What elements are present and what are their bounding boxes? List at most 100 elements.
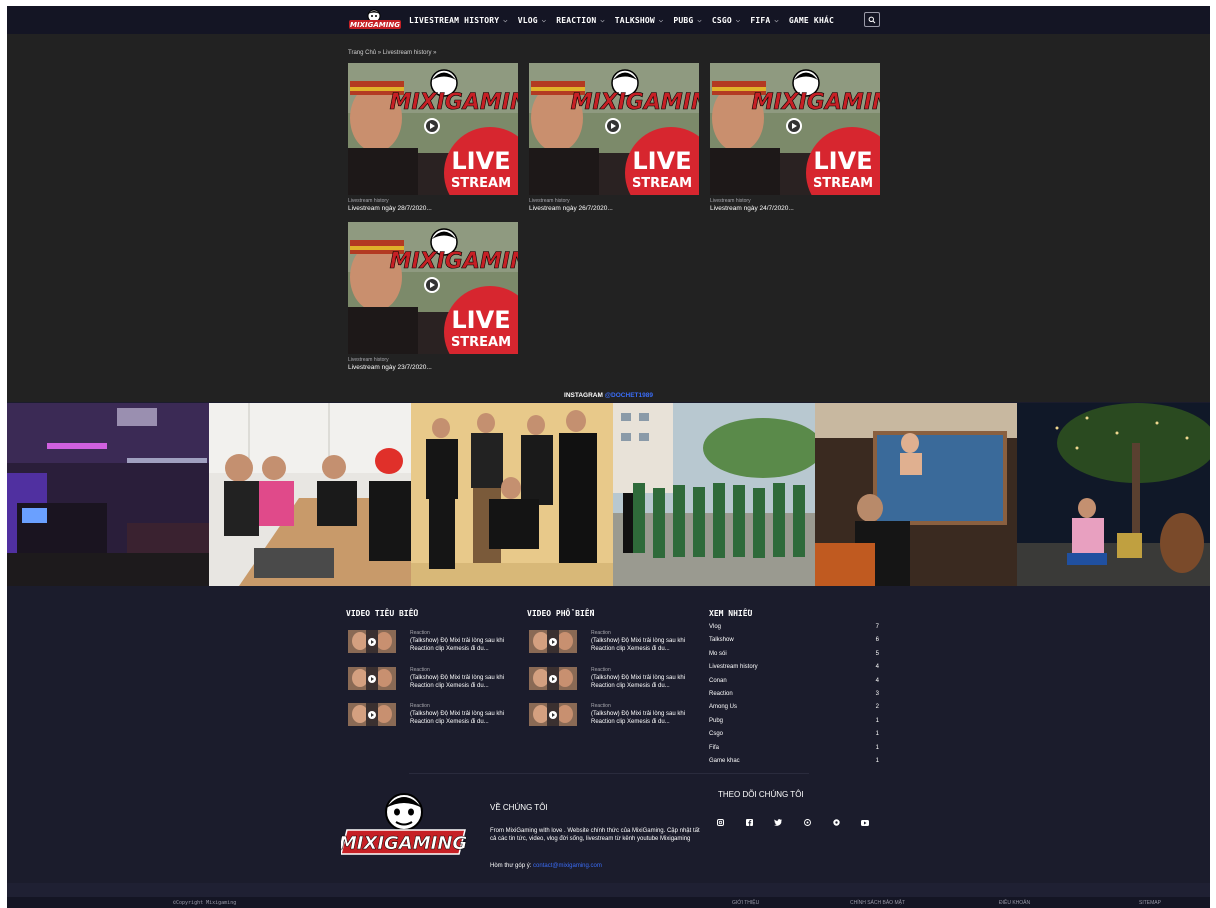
facebook-icon[interactable] [742,816,756,829]
video-item[interactable]: Reaction (Talkshow) Độ Mixi trải lòng sa… [348,667,518,697]
video-title[interactable]: (Talkshow) Độ Mixi trải lòng sau khi Rea… [410,637,525,653]
follow-title: THEO DÕI CHÚNG TÔI [718,790,804,799]
breadcrumb[interactable]: Trang Chủ » Livestream history » [348,50,436,56]
category-item[interactable]: Talkshow 6 [709,637,879,650]
video-title[interactable]: (Talkshow) Độ Mixi trải lòng sau khi Rea… [591,637,706,653]
category-name[interactable]: Livestream history [709,664,758,670]
video-item[interactable]: Reaction (Talkshow) Độ Mixi trải lòng sa… [348,703,518,733]
menu-item-livestream-history[interactable]: LIVESTREAM HISTORY ⌵ [409,16,508,25]
footer-link-about[interactable]: GIỚI THIỆU [732,900,759,906]
video-thumbnail[interactable] [348,667,396,690]
post-title[interactable]: Livestream ngày 28/7/2020... [348,205,432,212]
video-thumbnail[interactable] [348,630,396,653]
category-item[interactable]: Pubg 1 [709,718,879,731]
post-thumbnail[interactable]: MIXIGAMING LIVE STREAM [710,63,880,195]
instagram-photo[interactable] [7,403,209,586]
post-card[interactable]: MIXIGAMING LIVE STREAM Livestream histor… [348,63,518,243]
video-category[interactable]: Reaction [591,703,611,709]
menu-item-fifa[interactable]: FIFA ⌵ [750,16,779,25]
category-name[interactable]: Conan [709,678,727,684]
post-category[interactable]: Livestream history [348,198,389,204]
video-thumbnail[interactable] [529,667,577,690]
search-button[interactable] [864,12,880,27]
video-title[interactable]: (Talkshow) Độ Mixi trải lòng sau khi Rea… [591,674,706,690]
video-category[interactable]: Reaction [410,630,430,636]
video-item[interactable]: Reaction (Talkshow) Độ Mixi trải lòng sa… [529,703,699,733]
footer-link-terms[interactable]: ĐIỀU KHOẢN [999,900,1030,906]
category-count: 1 [875,717,879,724]
twitter-icon[interactable] [771,816,785,829]
category-name[interactable]: Reaction [709,691,733,697]
menu-item-pubg[interactable]: PUBG ⌵ [673,16,702,25]
post-category[interactable]: Livestream history [710,198,751,204]
instagram-photo[interactable] [411,403,613,586]
post-category[interactable]: Livestream history [529,198,570,204]
post-card[interactable]: MIXIGAMING LIVE STREAM Livestream histor… [348,222,518,402]
chevron-down-icon: ⌵ [658,16,664,24]
instagram-handle[interactable]: @DOCHET1989 [605,392,653,399]
instagram-photo[interactable] [1017,403,1210,586]
video-title[interactable]: (Talkshow) Độ Mixi trải lòng sau khi Rea… [410,674,525,690]
video-thumbnail[interactable] [529,703,577,726]
post-thumbnail[interactable]: MIXIGAMING LIVE STREAM [348,63,518,195]
video-item[interactable]: Reaction (Talkshow) Độ Mixi trải lòng sa… [529,630,699,660]
video-thumbnail[interactable] [348,703,396,726]
mail-link[interactable]: contact@mixigaming.com [533,863,602,869]
category-item[interactable]: Reaction 3 [709,691,879,704]
footer-logo-text: MIXIGAMING [341,833,467,854]
category-count: 1 [875,744,879,751]
instagram-photo[interactable] [613,403,815,586]
category-name[interactable]: Among Us [709,704,737,710]
post-title[interactable]: Livestream ngày 26/7/2020... [529,205,613,212]
video-category[interactable]: Reaction [410,703,430,709]
footer-divider [409,773,809,774]
menu-label: VLOG [517,15,538,25]
category-name[interactable]: Game khac [709,758,740,764]
category-name[interactable]: Pubg [709,718,723,724]
category-item[interactable]: Fifa 1 [709,745,879,758]
video-title[interactable]: (Talkshow) Độ Mixi trải lòng sau khi Rea… [410,710,525,726]
category-name[interactable]: Csgo [709,731,723,737]
site-logo[interactable]: MIXIGAMING [347,9,403,31]
video-title[interactable]: (Talkshow) Độ Mixi trải lòng sau khi Rea… [591,710,706,726]
video-item[interactable]: Reaction (Talkshow) Độ Mixi trải lòng sa… [348,630,518,660]
menu-item-csgo[interactable]: CSGO ⌵ [712,16,741,25]
post-category[interactable]: Livestream history [348,357,389,363]
menu-item-reaction[interactable]: REACTION ⌵ [556,16,605,25]
category-name[interactable]: Talkshow [709,637,734,643]
youtube-icon[interactable] [858,816,872,829]
post-card[interactable]: MIXIGAMING LIVE STREAM Livestream histor… [529,63,699,243]
video-category[interactable]: Reaction [410,667,430,673]
footer-link-sitemap[interactable]: SITEMAP [1139,900,1161,906]
category-item[interactable]: Livestream history 4 [709,664,879,677]
tiktok-icon[interactable] [829,816,843,829]
menu-item-vlog[interactable]: VLOG ⌵ [518,16,547,25]
video-category[interactable]: Reaction [591,630,611,636]
category-name[interactable]: Mo sói [709,651,727,657]
category-name[interactable]: Vlog [709,624,721,630]
video-thumbnail[interactable] [529,630,577,653]
social-links [713,816,887,829]
post-title[interactable]: Livestream ngày 24/7/2020... [710,205,794,212]
category-item[interactable]: Csgo 1 [709,731,879,744]
video-category[interactable]: Reaction [591,667,611,673]
post-title[interactable]: Livestream ngày 23/7/2020... [348,364,432,371]
category-item[interactable]: Vlog 7 [709,624,879,637]
post-card[interactable]: MIXIGAMING LIVE STREAM Livestream histor… [710,63,880,243]
category-item[interactable]: Mo sói 5 [709,651,879,664]
category-item[interactable]: Among Us 2 [709,704,879,717]
video-item[interactable]: Reaction (Talkshow) Độ Mixi trải lòng sa… [529,667,699,697]
instagram-icon[interactable] [713,816,727,829]
footer-logo[interactable]: MIXIGAMING [339,790,467,862]
post-thumbnail[interactable]: MIXIGAMING LIVE STREAM [529,63,699,195]
post-thumbnail[interactable]: MIXIGAMING LIVE STREAM [348,222,518,354]
menu-item-talkshow[interactable]: TALKSHOW ⌵ [615,16,664,25]
threads-icon[interactable] [800,816,814,829]
category-item[interactable]: Conan 4 [709,678,879,691]
instagram-photo[interactable] [209,403,411,586]
menu-item-game-khac[interactable]: GAME KHÁC [789,16,834,25]
category-item[interactable]: Game khac 1 [709,758,879,771]
category-name[interactable]: Fifa [709,745,719,751]
instagram-photo[interactable] [815,403,1017,586]
footer-link-privacy[interactable]: CHÍNH SÁCH BẢO MẬT [850,900,905,906]
